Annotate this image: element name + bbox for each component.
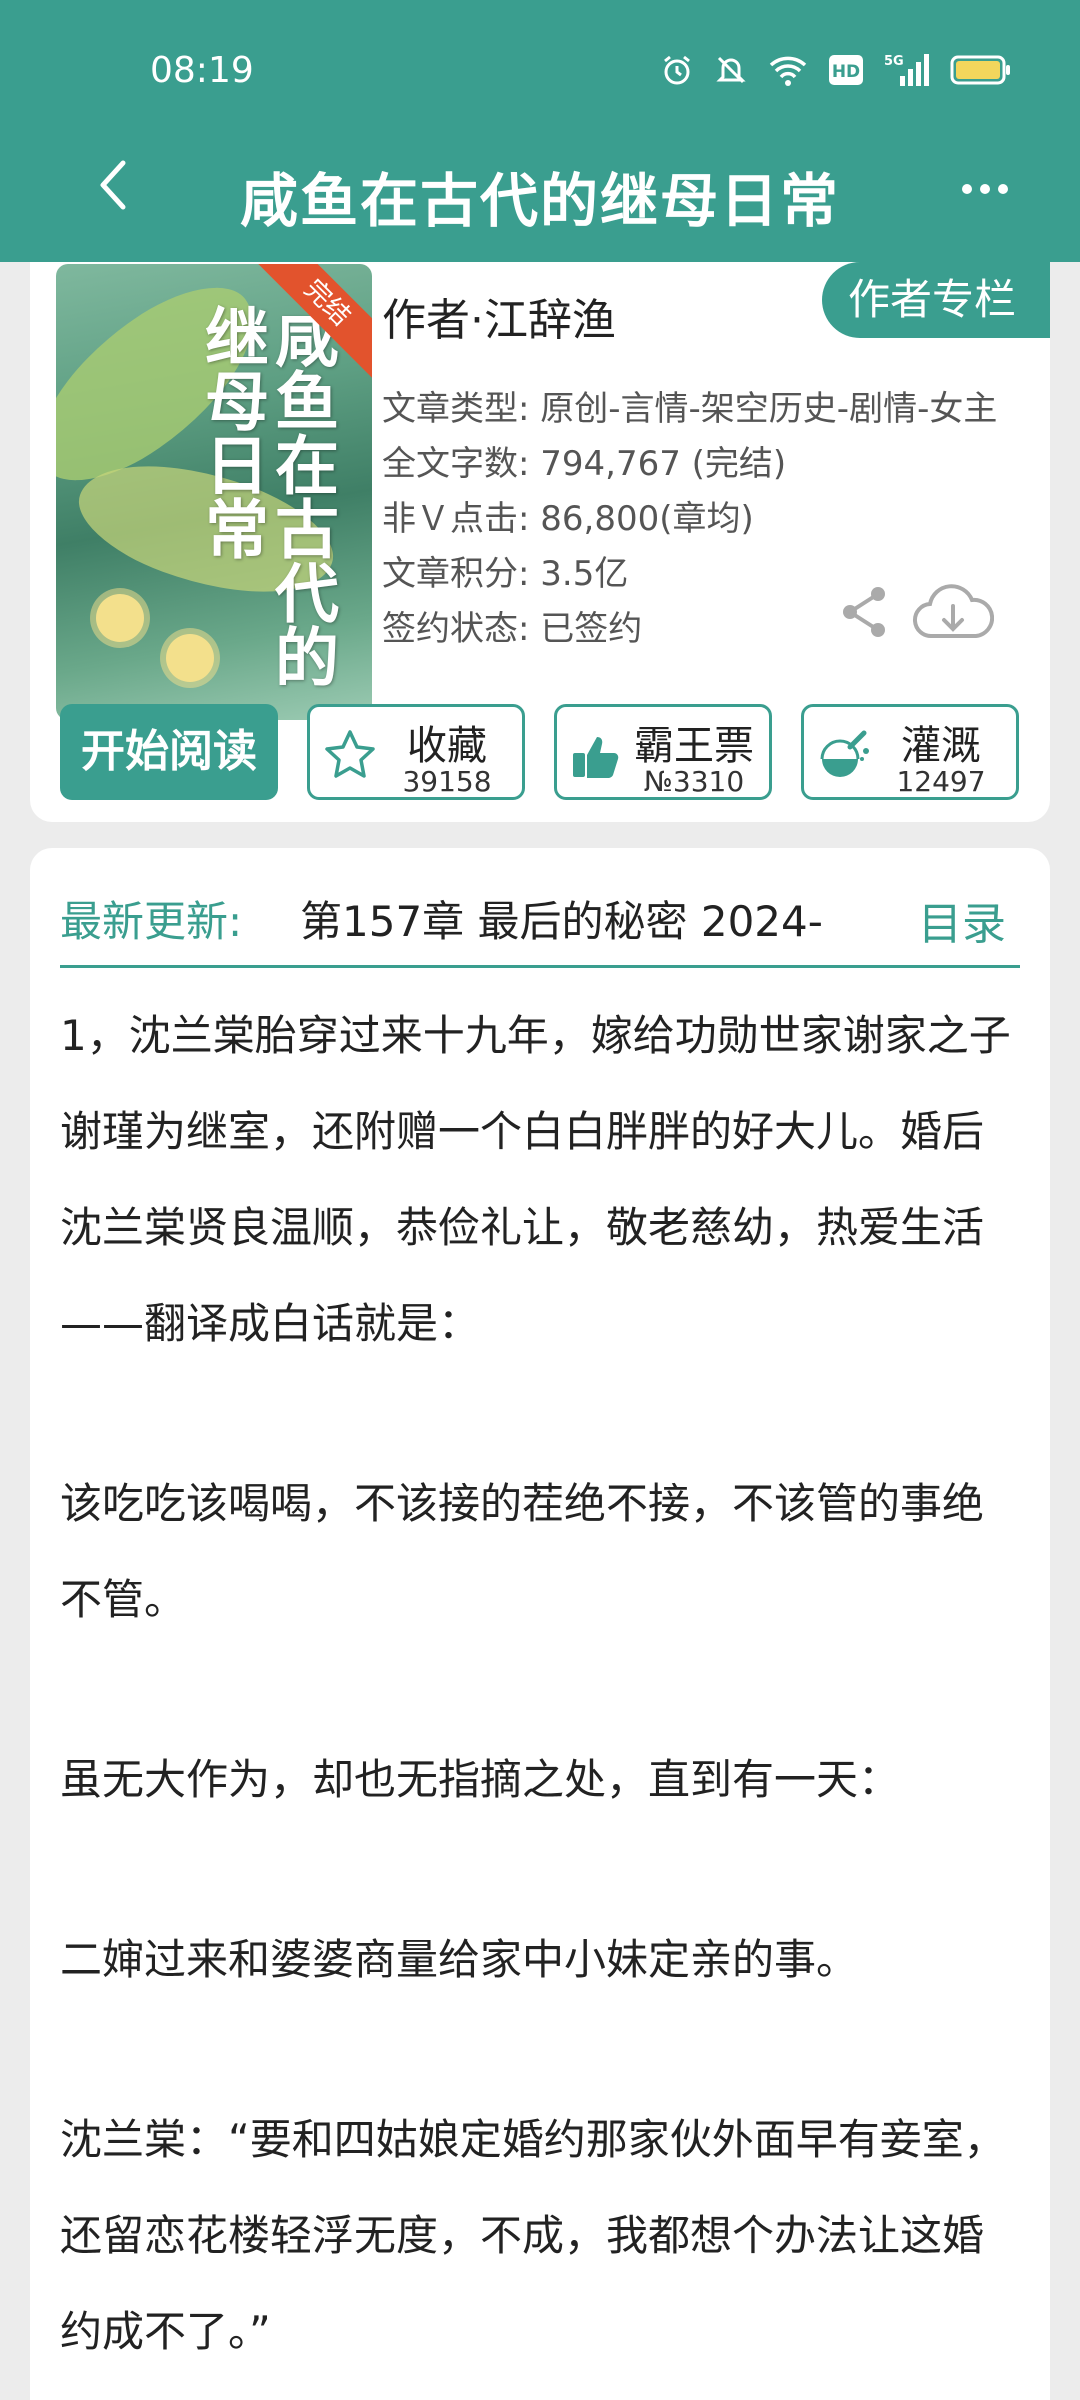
bawang-label: 霸王票 — [634, 723, 754, 769]
page-title: 咸鱼在古代的继母日常 — [239, 167, 840, 235]
irrigate-label: 灌溉 — [901, 723, 981, 769]
synopsis-paragraph: 二婶过来和婆婆商量给家中小妹定亲的事。 — [60, 1935, 859, 1984]
start-reading-button[interactable]: 开始阅读 — [60, 704, 278, 800]
share-icon[interactable] — [838, 584, 890, 640]
favorite-button[interactable]: 收藏 39158 — [307, 704, 525, 800]
bawang-count: №3310 — [643, 765, 745, 798]
author-column-button[interactable]: 作者专栏 — [822, 262, 1050, 338]
book-cover[interactable]: 咸鱼在古代的继母日常 完结 — [56, 264, 372, 720]
status-time: 08:19 — [150, 50, 254, 91]
book-meta: 文章类型: 原创-言情-架空历史-剧情-女主 全文字数: 794,767 (完结… — [382, 382, 997, 657]
hd-icon: HD — [829, 55, 863, 85]
net-label: 5G — [884, 54, 904, 69]
favorite-count: 39158 — [402, 765, 492, 798]
meta-clicks: 非Ｖ点击: 86,800(章均) — [382, 499, 754, 539]
synopsis-paragraph: 沈兰棠：“要和四姑娘定婚约那家伙外面早有妾室，还留恋花楼轻浮无度，不成，我都想个… — [60, 2115, 1006, 2356]
latest-update-row: 最新更新: 第157章 最后的秘密 2024- 目录 — [60, 878, 1020, 968]
latest-update-label: 最新更新: — [60, 897, 243, 946]
flask-icon — [820, 730, 869, 777]
meta-genre: 文章类型: 原创-言情-架空历史-剧情-女主 — [382, 389, 998, 429]
synopsis-paragraph: 该吃吃该喝喝，不该接的茬绝不接，不该管的事绝不管。 — [60, 1479, 985, 1624]
meta-score: 文章积分: 3.5亿 — [382, 554, 629, 594]
latest-chapter-link[interactable]: 第157章 最后的秘密 2024- — [300, 888, 840, 949]
status-icons: HD 5G — [660, 52, 1012, 88]
favorite-label: 收藏 — [407, 723, 487, 769]
more-button[interactable] — [950, 154, 1020, 224]
title-bar: 咸鱼在古代的继母日常 — [0, 140, 1080, 240]
more-dot — [998, 184, 1008, 194]
mute-icon — [716, 56, 746, 84]
irrigate-button[interactable]: 灌溉 12497 — [801, 704, 1019, 800]
catalog-link[interactable]: 目录 — [918, 888, 1006, 952]
alarm-icon — [664, 55, 690, 85]
bawang-ticket-button[interactable]: 霸王票 №3310 — [554, 704, 772, 800]
5g-signal-icon: 5G — [884, 54, 929, 86]
star-icon — [325, 730, 375, 778]
top-bar: 08:19 HD 5G 咸鱼在古代的继母日常 — [0, 0, 1080, 262]
more-dot — [980, 184, 990, 194]
cover-flower — [96, 594, 144, 642]
author-name[interactable]: 作者·江辞渔 — [382, 284, 616, 348]
thumbs-up-icon — [573, 737, 619, 778]
download-cloud-icon[interactable] — [912, 582, 994, 644]
cover-title: 咸鱼在古代的继母日常 — [194, 304, 339, 688]
synopsis-paragraph: 1，沈兰棠胎穿过来十九年，嫁给功勋世家谢家之子谢瑾为继室，还附赠一个白白胖胖的好… — [60, 1011, 1011, 1348]
synopsis-paragraph: 虽无大作为，却也无指摘之处，直到有一天： — [60, 1755, 901, 1804]
hd-label: HD — [832, 62, 860, 82]
wifi-icon — [769, 56, 807, 86]
book-info-card: 咸鱼在古代的继母日常 完结 作者·江辞渔 作者专栏 文章类型: 原创-言情-架空… — [30, 262, 1050, 822]
irrigate-count: 12497 — [896, 765, 986, 798]
battery-icon — [950, 55, 1010, 85]
synopsis: 1，沈兰棠胎穿过来十九年，嫁给功勋世家谢家之子谢瑾为继室，还附赠一个白白胖胖的好… — [60, 988, 1020, 2380]
more-dots-icon — [962, 184, 972, 194]
status-bar: 08:19 HD 5G — [0, 0, 1080, 130]
content-card: 最新更新: 第157章 最后的秘密 2024- 目录 1，沈兰棠胎穿过来十九年，… — [30, 848, 1050, 2400]
meta-contract: 签约状态: 已签约 — [382, 609, 643, 649]
meta-word-count: 全文字数: 794,767 (完结) — [382, 444, 787, 484]
